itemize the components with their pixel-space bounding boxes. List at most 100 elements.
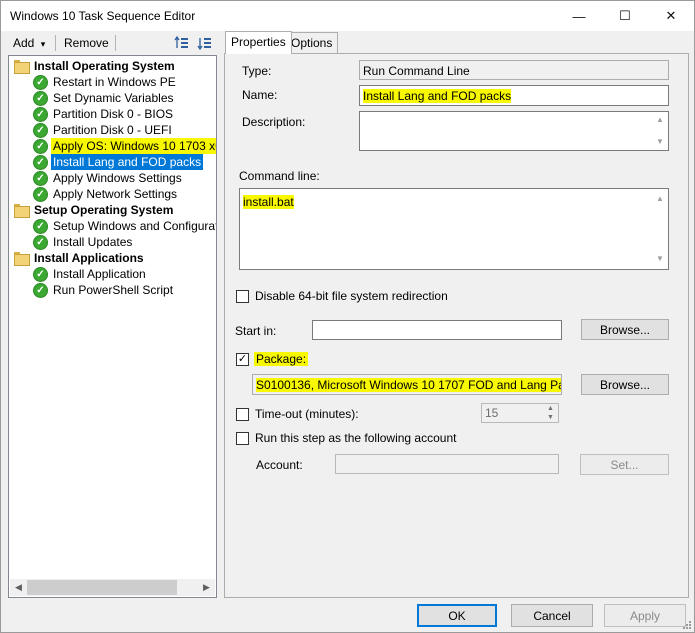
- timeout-value: 15: [485, 406, 499, 420]
- command-line-scrollbar[interactable]: ▲ ▼: [653, 190, 667, 268]
- success-check-icon: ✓: [33, 170, 48, 186]
- ok-button[interactable]: OK: [417, 604, 497, 627]
- tree-item-install-updates[interactable]: ✓ Install Updates: [33, 234, 134, 250]
- package-field: S0100136, Microsoft Windows 10 1707 FOD …: [252, 374, 562, 395]
- timeout-stepper[interactable]: 15 ▲ ▼: [481, 403, 559, 423]
- move-up-icon[interactable]: [173, 35, 191, 51]
- scroll-right-icon[interactable]: ▶: [198, 579, 215, 596]
- tree-item-set-dynamic-variables[interactable]: ✓ Set Dynamic Variables: [33, 90, 176, 106]
- resize-grip-icon[interactable]: [681, 619, 691, 629]
- apply-button[interactable]: Apply: [604, 604, 686, 627]
- success-check-icon: ✓: [33, 282, 48, 298]
- run-as-checkbox[interactable]: [236, 432, 249, 445]
- folder-icon: [13, 59, 30, 74]
- package-value: S0100136, Microsoft Windows 10 1707 FOD …: [256, 378, 561, 392]
- success-check-icon: ✓: [33, 74, 48, 90]
- tree-group-setup-os[interactable]: Setup Operating System: [13, 202, 175, 218]
- tree-group-install-applications[interactable]: Install Applications: [13, 250, 146, 266]
- success-check-icon: ✓: [33, 122, 48, 138]
- folder-icon: [13, 203, 30, 218]
- tree-item-label: Set Dynamic Variables: [53, 91, 174, 105]
- maximize-icon: ☐: [619, 8, 631, 23]
- start-in-input[interactable]: [312, 320, 562, 340]
- tree-item-setup-windows-config[interactable]: ✓ Setup Windows and Configuration: [33, 218, 217, 234]
- tree-item-label: Setup Operating System: [34, 203, 174, 217]
- account-input[interactable]: [335, 454, 559, 474]
- tree-item-install-lang-fod[interactable]: ✓ Install Lang and FOD packs: [33, 154, 204, 170]
- scroll-up-icon[interactable]: ▲: [653, 113, 667, 127]
- move-down-icon[interactable]: [196, 35, 214, 51]
- browse-package-button[interactable]: Browse...: [581, 374, 669, 395]
- set-account-button[interactable]: Set...: [580, 454, 669, 475]
- tree-item-label: Partition Disk 0 - BIOS: [53, 107, 174, 121]
- tree-item-label: Install Updates: [53, 235, 133, 249]
- timeout-label: Time-out (minutes):: [255, 407, 359, 421]
- type-label: Type:: [242, 64, 272, 78]
- success-check-icon: ✓: [33, 186, 48, 202]
- tree-item-partition-bios[interactable]: ✓ Partition Disk 0 - BIOS: [33, 106, 175, 122]
- disable-redirection-checkbox[interactable]: [236, 290, 249, 303]
- remove-button[interactable]: Remove: [64, 36, 109, 50]
- cancel-button[interactable]: Cancel: [511, 604, 593, 627]
- tree-item-label: Install Operating System: [34, 59, 175, 73]
- description-scrollbar[interactable]: ▲ ▼: [653, 113, 667, 149]
- description-label: Description:: [242, 115, 306, 129]
- package-checkbox[interactable]: ✓: [236, 353, 249, 366]
- add-label: Add: [13, 36, 35, 50]
- description-textarea[interactable]: ▲ ▼: [359, 111, 669, 151]
- scroll-down-icon[interactable]: ▼: [653, 135, 667, 149]
- minimize-button[interactable]: —: [556, 1, 602, 31]
- tree-item-label: Setup Windows and Configuration: [53, 219, 217, 233]
- name-label: Name:: [242, 88, 278, 102]
- name-value: Install Lang and FOD packs: [363, 89, 512, 103]
- scroll-up-icon[interactable]: ▲: [653, 192, 667, 206]
- close-button[interactable]: ✕: [648, 1, 694, 31]
- tree-item-apply-windows-settings[interactable]: ✓ Apply Windows Settings: [33, 170, 184, 186]
- success-check-icon: ✓: [33, 90, 48, 106]
- run-as-label: Run this step as the following account: [255, 431, 457, 445]
- tree-item-label: Partition Disk 0 - UEFI: [53, 123, 172, 137]
- scrollbar-thumb[interactable]: [27, 580, 177, 595]
- minimize-icon: —: [572, 8, 586, 24]
- tree-item-apply-network-settings[interactable]: ✓ Apply Network Settings: [33, 186, 179, 202]
- browse-start-in-button[interactable]: Browse...: [581, 319, 669, 340]
- start-in-label: Start in:: [235, 324, 277, 338]
- add-button[interactable]: Add ▾: [13, 36, 45, 50]
- task-sequence-tree[interactable]: Install Operating System ✓ Restart in Wi…: [8, 55, 217, 598]
- toolbar-divider: [55, 35, 56, 51]
- success-check-icon: ✓: [33, 138, 48, 154]
- name-input[interactable]: Install Lang and FOD packs: [359, 85, 669, 106]
- maximize-button[interactable]: ☐: [602, 1, 648, 31]
- tree-item-label: Apply Windows Settings: [53, 171, 182, 185]
- tree-item-partition-uefi[interactable]: ✓ Partition Disk 0 - UEFI: [33, 122, 174, 138]
- command-line-value: install.bat: [243, 195, 294, 209]
- tree-item-install-application[interactable]: ✓ Install Application: [33, 266, 148, 282]
- success-check-icon: ✓: [33, 218, 48, 234]
- tree-group-install-os[interactable]: Install Operating System: [13, 58, 177, 74]
- package-label: Package:: [254, 352, 309, 366]
- command-line-textarea[interactable]: install.bat ▲ ▼: [239, 188, 669, 270]
- tree-toolbar: Add ▾ Remove: [3, 32, 217, 54]
- timeout-checkbox[interactable]: [236, 408, 249, 421]
- type-field: Run Command Line: [359, 60, 669, 80]
- tree-item-restart-winpe[interactable]: ✓ Restart in Windows PE: [33, 74, 178, 90]
- tree-item-label: Apply Network Settings: [53, 187, 178, 201]
- tree-item-label: Run PowerShell Script: [53, 283, 174, 297]
- chevron-down-icon: ▾: [40, 39, 46, 49]
- tree-horizontal-scrollbar[interactable]: ◀ ▶: [10, 579, 215, 596]
- tab-properties[interactable]: Properties: [225, 31, 292, 54]
- tree-item-label: Install Lang and FOD packs: [51, 154, 204, 170]
- window-title: Windows 10 Task Sequence Editor: [10, 9, 196, 23]
- stepper-up-icon[interactable]: ▲: [543, 404, 558, 413]
- tree-item-run-powershell[interactable]: ✓ Run PowerShell Script: [33, 282, 175, 298]
- task-sequence-editor-window: Windows 10 Task Sequence Editor — ☐ ✕ Ad…: [0, 0, 695, 633]
- success-check-icon: ✓: [33, 154, 48, 170]
- success-check-icon: ✓: [33, 234, 48, 250]
- folder-icon: [13, 251, 30, 266]
- close-icon: ✕: [665, 8, 677, 23]
- tree-item-apply-os[interactable]: ✓ Apply OS: Windows 10 1703 x64: [33, 138, 216, 154]
- scroll-down-icon[interactable]: ▼: [653, 252, 667, 266]
- tab-options[interactable]: Options: [285, 32, 339, 53]
- stepper-down-icon[interactable]: ▼: [543, 413, 558, 422]
- scroll-left-icon[interactable]: ◀: [10, 579, 27, 596]
